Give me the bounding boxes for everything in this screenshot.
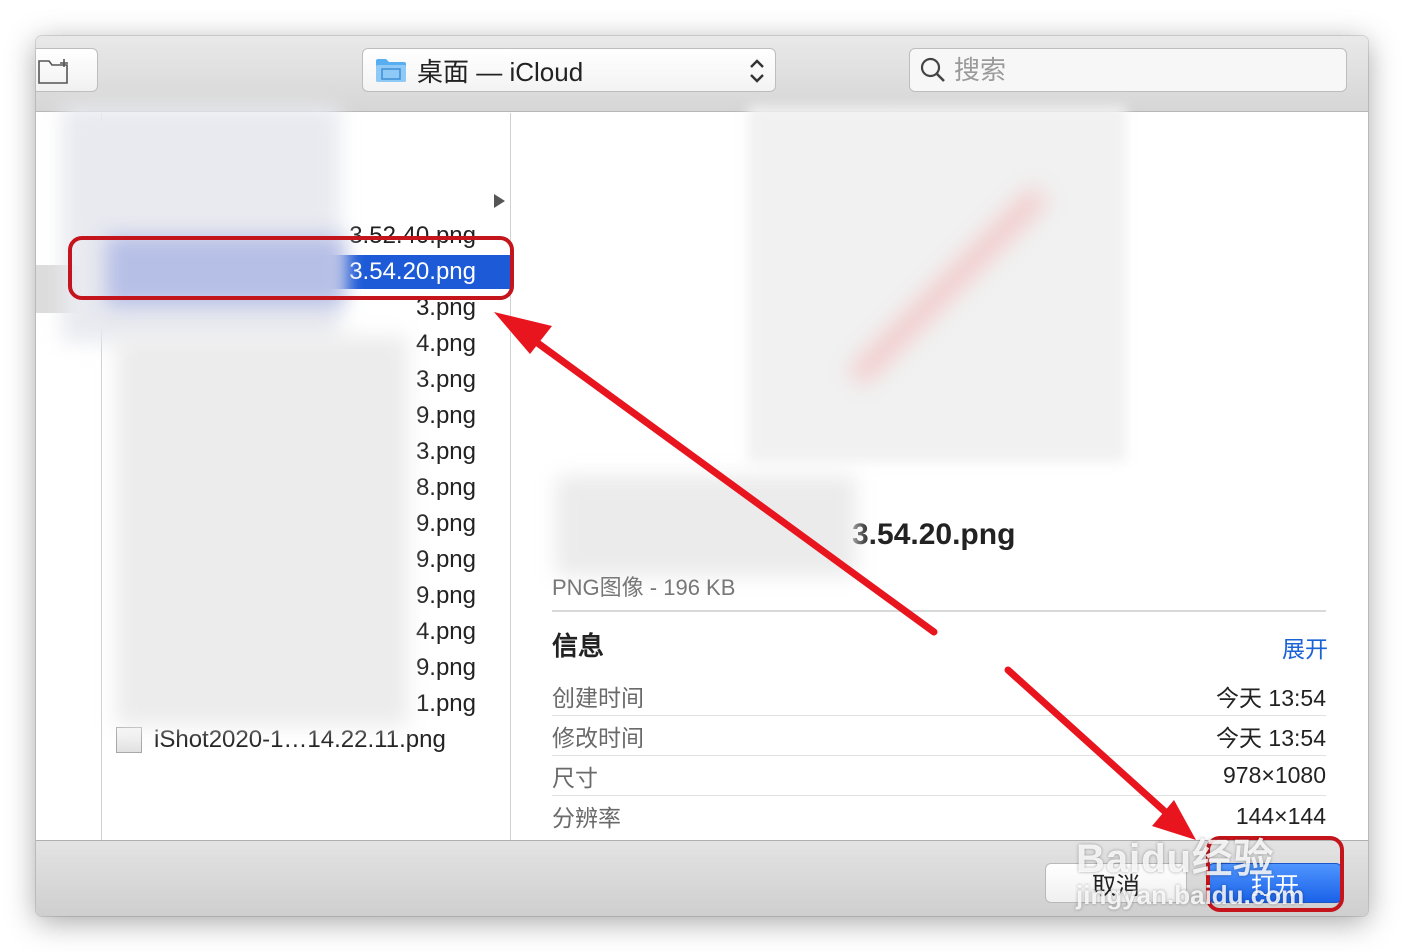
annotation-arrows: [494, 312, 1196, 840]
arrow-to-file: [494, 312, 938, 636]
arrow-to-open-button: [1004, 666, 1196, 840]
watermark: Baidu经验 jingyan.baidu.com: [1076, 837, 1305, 910]
